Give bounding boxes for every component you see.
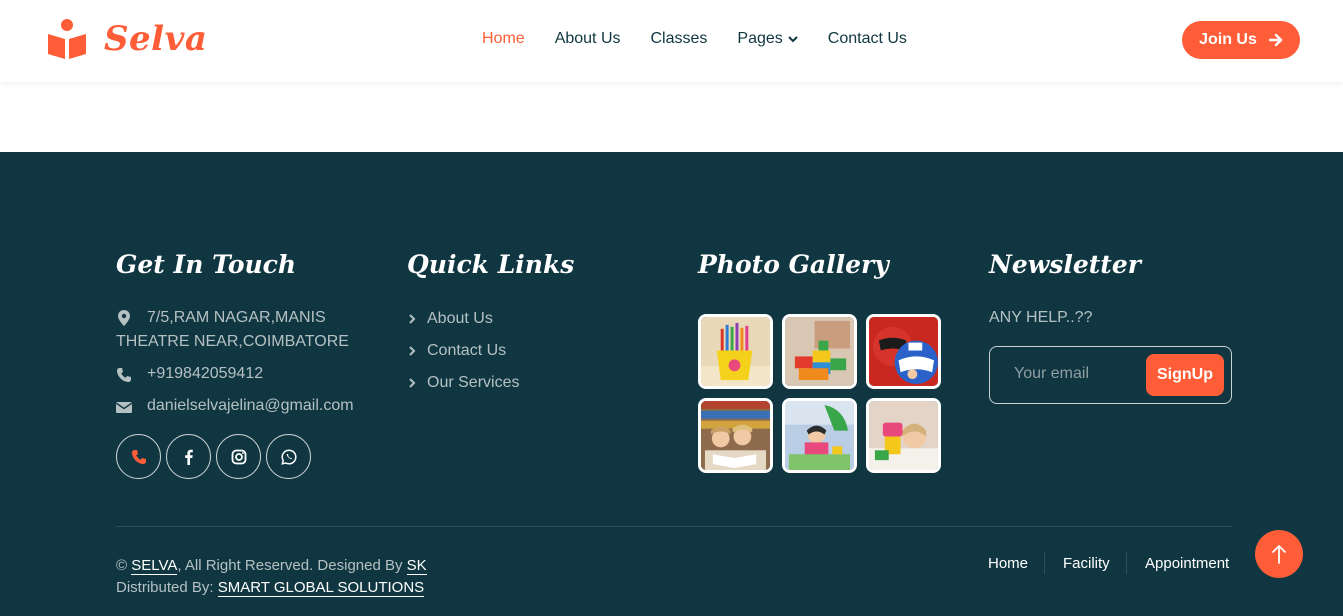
nav-about[interactable]: About Us	[555, 30, 621, 48]
nav-pages-label: Pages	[737, 30, 783, 47]
building-blocks-image	[785, 317, 854, 386]
arrow-right-icon	[1268, 33, 1283, 47]
designer-link[interactable]: SK	[406, 557, 427, 575]
quick-link-label: About Us	[427, 310, 493, 327]
photo-gallery-title: Photo Gallery	[698, 250, 889, 279]
address-line1: 7/5,RAM NAGAR,MANIS	[147, 309, 326, 326]
newsletter-help-text: ANY HELP..??	[989, 309, 1093, 326]
pencils-cup-image	[701, 317, 770, 386]
brand-name: Selva	[104, 19, 208, 59]
newsletter-email-input[interactable]	[1014, 365, 1134, 383]
navbar: Selva Home About Us Classes Pages Contac…	[0, 0, 1343, 82]
phone: +919842059412	[116, 365, 263, 383]
signup-button[interactable]: SignUp	[1146, 354, 1224, 396]
chevron-right-icon	[409, 346, 416, 356]
facebook-button[interactable]	[166, 434, 211, 479]
photo-gallery	[698, 314, 941, 473]
gallery-image-crafts[interactable]	[866, 398, 941, 473]
nav-contact[interactable]: Contact Us	[828, 30, 907, 48]
newsletter-title: Newsletter	[989, 250, 1141, 279]
email: danielselvajelina@gmail.com	[116, 397, 354, 415]
envelope-icon	[116, 402, 132, 413]
footer-nav-home[interactable]: Home	[988, 555, 1028, 572]
phone-number: +919842059412	[147, 365, 264, 382]
gallery-image-masks[interactable]	[866, 314, 941, 389]
chevron-down-icon	[788, 36, 798, 43]
child-crafts-image	[869, 401, 938, 470]
quick-link-label: Contact Us	[427, 342, 507, 359]
nav-home[interactable]: Home	[482, 30, 525, 48]
instagram-icon	[231, 449, 246, 464]
nav-classes[interactable]: Classes	[651, 30, 708, 48]
copyright: © SELVA, All Right Reserved. Designed By…	[116, 555, 427, 599]
quick-link-services[interactable]: Our Services	[408, 374, 519, 392]
brand-logo[interactable]: Selva	[46, 18, 207, 60]
nav-pages-dropdown[interactable]: Pages	[737, 30, 798, 48]
phone-icon	[131, 449, 146, 464]
gallery-image-blocks[interactable]	[782, 314, 857, 389]
distributed-label: Distributed By:	[116, 579, 214, 596]
gallery-image-pencils[interactable]	[698, 314, 773, 389]
footer-divider	[116, 526, 1232, 527]
instagram-button[interactable]	[216, 434, 261, 479]
arrow-up-icon	[1272, 545, 1286, 564]
phone-icon	[117, 368, 131, 382]
get-in-touch-title: Get In Touch	[116, 250, 297, 279]
main-nav: Home About Us Classes Pages Contact Us	[482, 30, 937, 48]
gallery-image-reading[interactable]	[698, 398, 773, 473]
whatsapp-icon	[280, 448, 297, 465]
address-line2: THEATRE NEAR,COIMBATORE	[116, 333, 349, 350]
email-address: danielselvajelina@gmail.com	[147, 397, 354, 414]
distributor-link[interactable]: SMART GLOBAL SOLUTIONS	[217, 579, 425, 597]
quick-link-contact[interactable]: Contact Us	[408, 342, 506, 360]
chevron-right-icon	[409, 378, 416, 388]
reading-child-logo-icon	[48, 19, 86, 59]
chevron-right-icon	[409, 314, 416, 324]
back-to-top-button[interactable]	[1255, 530, 1303, 578]
footer-nav-facility[interactable]: Facility	[1063, 555, 1110, 572]
whatsapp-button[interactable]	[266, 434, 311, 479]
social-links	[116, 434, 311, 479]
phone-social-button[interactable]	[116, 434, 161, 479]
footer-nav-separator	[1044, 552, 1045, 574]
footer-nav-separator	[1126, 552, 1127, 574]
kids-reading-image	[701, 401, 770, 470]
map-marker-icon	[118, 310, 130, 326]
copyright-text: , All Right Reserved. Designed By	[177, 557, 403, 574]
join-us-label: Join Us	[1199, 31, 1257, 48]
join-us-button[interactable]: Join Us	[1182, 21, 1300, 59]
copyright-symbol: ©	[116, 557, 128, 574]
kids-playing-image	[785, 401, 854, 470]
newsletter-form: SignUp	[989, 346, 1232, 404]
gallery-image-playing[interactable]	[782, 398, 857, 473]
quick-link-label: Our Services	[427, 374, 520, 391]
superhero-masks-image	[869, 317, 938, 386]
quick-links-title: Quick Links	[407, 250, 575, 279]
footer: Get In Touch 7/5,RAM NAGAR,MANIS THEATRE…	[0, 152, 1343, 616]
footer-nav-appointment[interactable]: Appointment	[1145, 555, 1229, 572]
copyright-brand-link[interactable]: SELVA	[131, 557, 178, 575]
facebook-icon	[184, 449, 193, 465]
quick-link-about[interactable]: About Us	[408, 310, 493, 328]
address: 7/5,RAM NAGAR,MANIS THEATRE NEAR,COIMBAT…	[116, 308, 349, 354]
